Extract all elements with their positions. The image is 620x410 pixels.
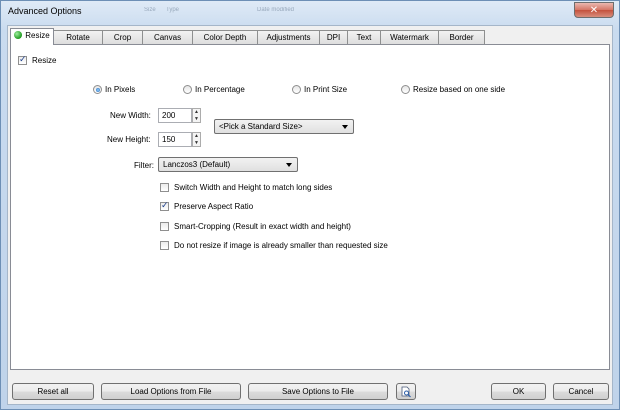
new-width-label: New Width:	[110, 111, 151, 120]
new-width-input[interactable]: 200	[158, 108, 192, 123]
radio-in-pixels[interactable]	[93, 85, 102, 94]
tab-label: Color Depth	[203, 33, 247, 42]
title-bar[interactable]: Advanced Options Size Type Date modified…	[1, 1, 619, 23]
tab-strip: Resize Rotate Crop Canvas Color Depth Ad…	[10, 28, 485, 45]
standard-size-select[interactable]: <Pick a Standard Size>	[214, 119, 354, 134]
smart-cropping-checkbox[interactable]	[160, 222, 169, 231]
spin-down-icon[interactable]: ▼	[193, 116, 200, 122]
tab-color-depth[interactable]: Color Depth	[192, 30, 258, 45]
load-options-button[interactable]: Load Options from File	[101, 383, 241, 400]
tab-label: Watermark	[390, 33, 429, 42]
filter-label: Filter:	[134, 161, 154, 170]
tab-border[interactable]: Border	[438, 30, 485, 45]
radio-one-side[interactable]	[401, 85, 410, 94]
radio-in-pixels-label: In Pixels	[105, 85, 136, 94]
new-height-input[interactable]: 150	[158, 132, 192, 147]
close-button[interactable]: ✕	[574, 2, 614, 18]
document-search-icon	[401, 386, 411, 398]
radio-in-percentage[interactable]	[183, 85, 192, 94]
tab-label: Rotate	[66, 33, 90, 42]
tab-crop[interactable]: Crop	[102, 30, 143, 45]
spin-up-icon[interactable]: ▲	[193, 109, 200, 115]
spin-up-icon[interactable]: ▲	[193, 133, 200, 139]
preview-button[interactable]	[396, 383, 416, 400]
tab-label: Crop	[113, 33, 132, 42]
tab-adjustments[interactable]: Adjustments	[257, 30, 320, 45]
tab-watermark[interactable]: Watermark	[380, 30, 439, 45]
chevron-down-icon	[286, 163, 292, 167]
radio-in-print-size[interactable]	[292, 85, 301, 94]
tab-label: Canvas	[153, 33, 182, 42]
advanced-options-window: Advanced Options Size Type Date modified…	[0, 0, 620, 410]
reset-all-button[interactable]: Reset all	[12, 383, 94, 400]
switch-sides-label: Switch Width and Height to match long si…	[174, 183, 333, 192]
smart-cropping-label: Smart-Cropping (Result in exact width an…	[174, 222, 351, 231]
chevron-down-icon	[342, 125, 348, 129]
tab-label: Resize	[25, 31, 50, 40]
window-title: Advanced Options	[8, 6, 82, 16]
radio-one-side-label: Resize based on one side	[413, 85, 506, 94]
tab-label: Adjustments	[266, 33, 311, 42]
filter-select[interactable]: Lanczos3 (Default)	[158, 157, 298, 172]
cancel-button[interactable]: Cancel	[553, 383, 609, 400]
no-upscale-checkbox[interactable]	[160, 241, 169, 250]
new-width-spinner[interactable]: ▲ ▼	[192, 108, 201, 123]
standard-size-value: <Pick a Standard Size>	[219, 122, 303, 131]
resize-checkbox[interactable]	[18, 54, 27, 65]
radio-in-print-size-label: In Print Size	[304, 85, 348, 94]
tab-label: Text	[356, 33, 372, 42]
tab-canvas[interactable]: Canvas	[142, 30, 193, 45]
resize-checkbox-label: Resize	[32, 56, 57, 65]
ok-button[interactable]: OK	[491, 383, 546, 400]
filter-value: Lanczos3 (Default)	[163, 160, 231, 169]
switch-sides-checkbox[interactable]	[160, 183, 169, 192]
spin-down-icon[interactable]: ▼	[193, 140, 200, 146]
radio-in-percentage-label: In Percentage	[195, 85, 245, 94]
resize-panel: Resize In Pixels In Percentage In Print …	[10, 44, 610, 370]
background-text-size: Size	[144, 7, 156, 13]
tab-label: Border	[449, 33, 474, 42]
no-upscale-label: Do not resize if image is already smalle…	[174, 241, 388, 250]
background-text-type: Type	[166, 7, 180, 13]
preserve-aspect-label: Preserve Aspect Ratio	[174, 202, 254, 211]
new-height-spinner[interactable]: ▲ ▼	[192, 132, 201, 147]
tab-dpi[interactable]: DPI	[319, 30, 348, 45]
dialog-client: Resize Rotate Crop Canvas Color Depth Ad…	[7, 25, 613, 405]
close-icon: ✕	[589, 5, 599, 16]
save-options-button[interactable]: Save Options to File	[248, 383, 388, 400]
new-height-label: New Height:	[107, 135, 151, 144]
background-text-date-modified: Date modified	[257, 7, 295, 13]
tab-label: DPI	[326, 33, 341, 42]
status-dot-icon	[14, 31, 23, 39]
preserve-aspect-checkbox[interactable]	[160, 200, 169, 211]
tab-text[interactable]: Text	[347, 30, 381, 45]
tab-resize[interactable]: Resize	[10, 28, 54, 45]
tab-rotate[interactable]: Rotate	[53, 30, 103, 45]
